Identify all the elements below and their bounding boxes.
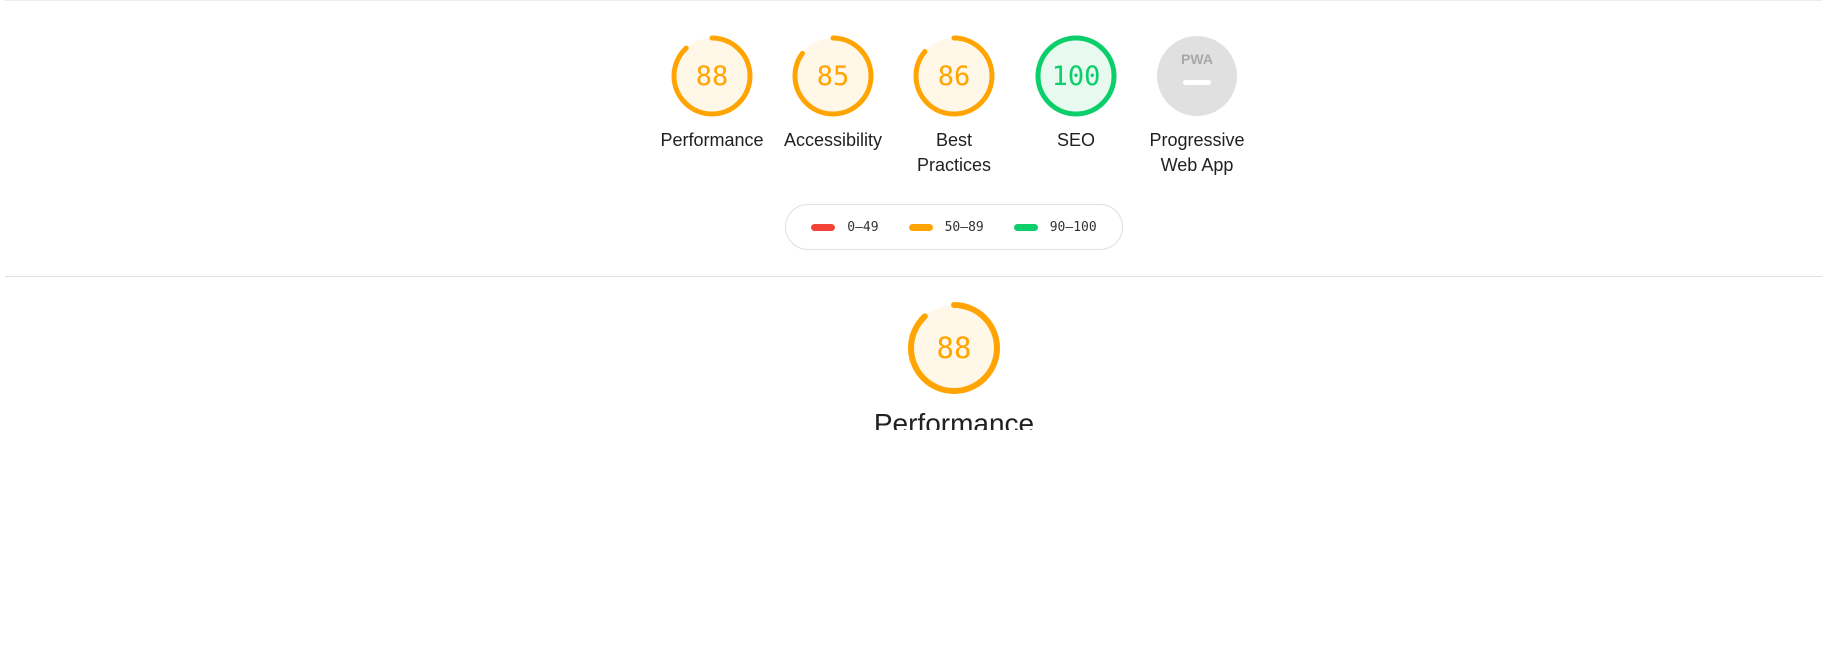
performance-section-gauge: 88 xyxy=(908,302,1000,394)
gauge-accessibility-ring: 85 xyxy=(792,35,874,117)
gauge-pwa-label-line-1: Progressive xyxy=(1149,130,1245,150)
legend-range-average: 50–89 xyxy=(944,219,984,235)
legend-swatch-fail xyxy=(811,223,836,231)
gauge-best-practices-label: Best Practices xyxy=(898,128,1010,178)
gauge-best-practices-label-line-2: Practices xyxy=(916,155,992,175)
legend-item-pass: 90–100 xyxy=(1013,219,1097,235)
gauge-performance-ring: 88 xyxy=(671,35,753,117)
gauge-best-practices-ring: 86 xyxy=(913,35,995,117)
gauge-performance-score: 88 xyxy=(696,61,729,92)
pwa-badge-disc xyxy=(1157,36,1237,116)
gauge-seo-score: 100 xyxy=(1052,61,1101,92)
gauge-seo-ring: 100 xyxy=(1035,35,1117,117)
legend-swatch-average xyxy=(908,223,933,231)
gauge-pwa[interactable]: PWA Progressive Web App xyxy=(1141,34,1253,178)
gauge-pwa-label: Progressive Web App xyxy=(1141,128,1253,178)
performance-section-title: Performance xyxy=(873,408,1035,430)
gauge-seo-label: SEO xyxy=(1020,128,1132,153)
gauge-seo-label-line: SEO xyxy=(1056,130,1095,150)
performance-section-score: 88 xyxy=(937,331,972,365)
gauge-best-practices-score: 86 xyxy=(938,61,971,92)
score-legend: 0–49 50–89 90–100 xyxy=(785,204,1123,250)
pwa-badge-dash xyxy=(1183,80,1211,85)
top-divider xyxy=(5,0,1822,1)
performance-section-title-wrap: Performance xyxy=(700,404,1208,430)
gauge-performance-label-line: Performance xyxy=(660,130,764,150)
section-divider xyxy=(5,276,1822,277)
pwa-badge-text: PWA xyxy=(1181,51,1213,67)
gauge-seo[interactable]: 100 SEO xyxy=(1020,34,1132,153)
gauge-performance[interactable]: 88 Performance xyxy=(656,34,768,153)
legend-swatch-pass xyxy=(1013,223,1038,231)
legend-range-pass: 90–100 xyxy=(1049,219,1097,235)
gauge-best-practices-label-line-1: Best xyxy=(935,130,973,150)
gauge-pwa-label-line-2: Web App xyxy=(1160,155,1234,175)
gauge-accessibility-label-line: Accessibility xyxy=(783,130,883,150)
gauge-accessibility[interactable]: 85 Accessibility xyxy=(777,34,889,153)
legend-range-fail: 0–49 xyxy=(847,219,879,235)
gauge-performance-label: Performance xyxy=(656,128,768,153)
category-gauges: 88 Performance 85 Accessibility 86 Best … xyxy=(0,34,1822,184)
legend-item-average: 50–89 xyxy=(908,219,984,235)
gauge-accessibility-label: Accessibility xyxy=(777,128,889,153)
gauge-best-practices[interactable]: 86 Best Practices xyxy=(898,34,1010,178)
pwa-badge-icon: PWA xyxy=(1157,36,1237,116)
legend-item-fail: 0–49 xyxy=(811,219,879,235)
gauge-accessibility-score: 85 xyxy=(817,61,850,92)
